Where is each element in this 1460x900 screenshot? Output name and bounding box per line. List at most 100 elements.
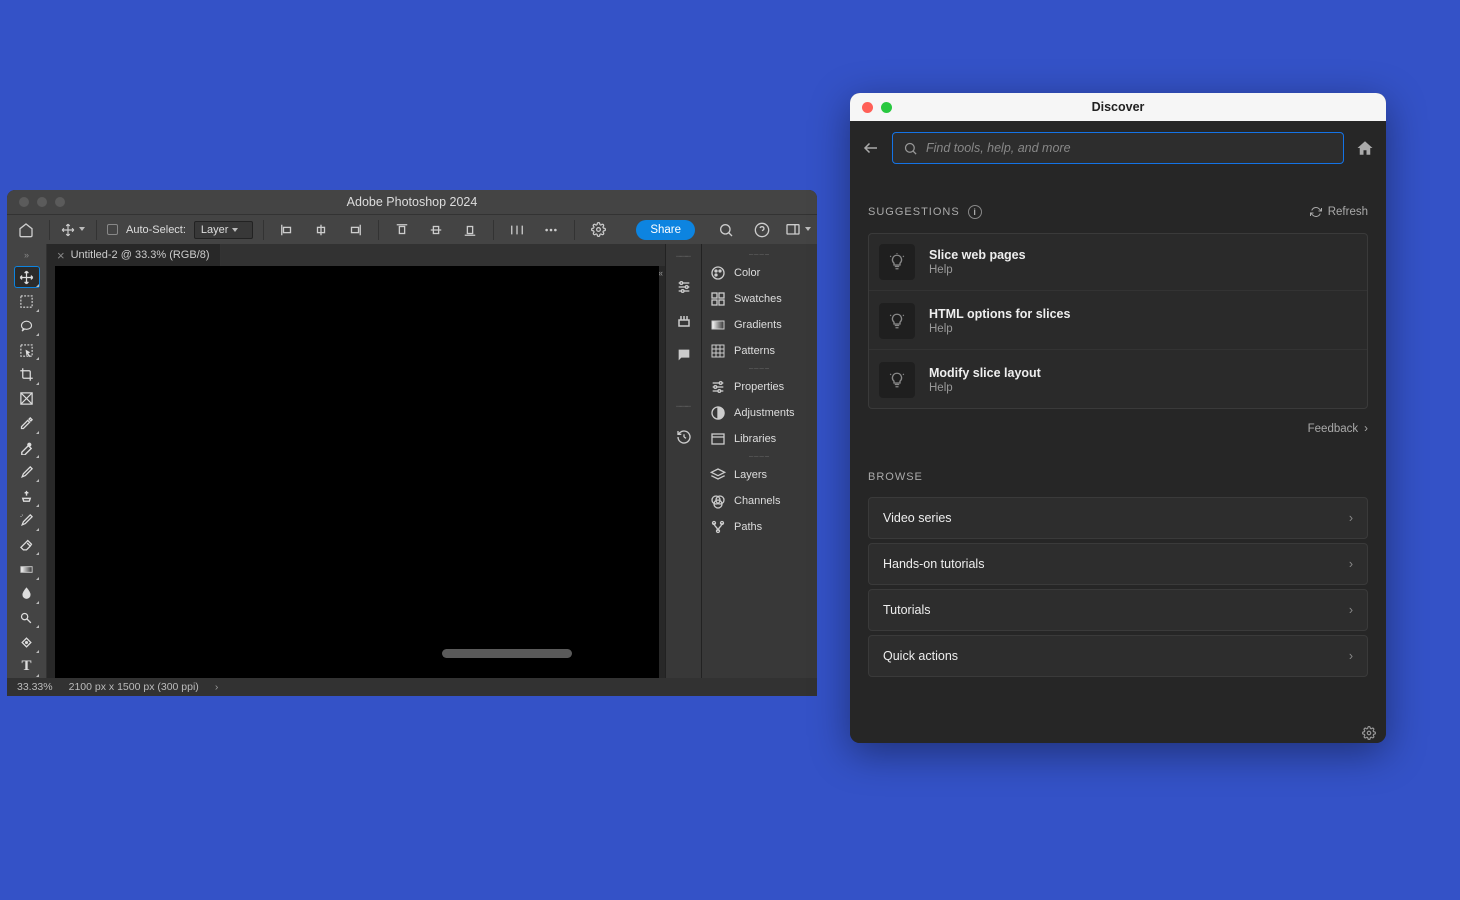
gradient-tool[interactable] bbox=[14, 558, 40, 580]
document-canvas[interactable] bbox=[55, 266, 659, 678]
dodge-tool[interactable] bbox=[14, 607, 40, 629]
horizontal-scrollbar[interactable] bbox=[442, 649, 572, 658]
zoom-level[interactable]: 33.33% bbox=[17, 681, 53, 693]
panel-dock: ┈┈┈┈ Color Swatches Gradients Patterns ┈… bbox=[701, 244, 817, 678]
active-tool-indicator[interactable] bbox=[60, 218, 86, 242]
adjustments-panel-button[interactable]: Adjustments bbox=[702, 400, 817, 426]
chevron-right-icon: › bbox=[1349, 511, 1353, 525]
align-bottom-button[interactable] bbox=[457, 218, 483, 242]
panel-grip[interactable]: ┈┈┈┈ bbox=[702, 452, 817, 462]
crop-tool[interactable] bbox=[14, 363, 40, 385]
paths-panel-button[interactable]: Paths bbox=[702, 514, 817, 540]
marquee-tool[interactable] bbox=[14, 290, 40, 312]
maximize-window-button[interactable] bbox=[881, 102, 892, 113]
align-left-button[interactable] bbox=[274, 218, 300, 242]
lightbulb-icon bbox=[879, 362, 915, 398]
blur-tool[interactable] bbox=[14, 583, 40, 605]
close-window-button[interactable] bbox=[19, 197, 29, 207]
browse-list: Video series› Hands-on tutorials› Tutori… bbox=[868, 497, 1368, 677]
settings-gear-button[interactable] bbox=[585, 218, 611, 242]
object-selection-tool[interactable] bbox=[14, 339, 40, 361]
panel-grip[interactable]: ┈┈┈┈ bbox=[702, 364, 817, 374]
chevron-right-icon: › bbox=[1364, 423, 1368, 435]
eyedropper-tool[interactable] bbox=[14, 412, 40, 434]
eraser-tool[interactable] bbox=[14, 534, 40, 556]
back-button[interactable] bbox=[862, 139, 880, 157]
feedback-link[interactable]: Feedback › bbox=[1308, 423, 1368, 435]
minimize-window-button[interactable] bbox=[37, 197, 47, 207]
distribute-button[interactable] bbox=[504, 218, 530, 242]
tab-close-button[interactable]: × bbox=[57, 248, 65, 263]
type-tool[interactable]: T bbox=[14, 656, 40, 678]
discover-footer bbox=[850, 723, 1386, 743]
gradients-panel-button[interactable]: Gradients bbox=[702, 312, 817, 338]
comments-icon[interactable] bbox=[673, 344, 695, 366]
tools-panel: » T bbox=[7, 244, 47, 678]
history-brush-tool[interactable] bbox=[14, 510, 40, 532]
suggestion-item[interactable]: HTML options for slicesHelp bbox=[869, 293, 1367, 350]
discover-title: Discover bbox=[1092, 100, 1145, 114]
chevron-right-icon: › bbox=[1349, 557, 1353, 571]
align-center-h-button[interactable] bbox=[308, 218, 334, 242]
maximize-window-button[interactable] bbox=[55, 197, 65, 207]
search-input[interactable] bbox=[926, 141, 1333, 155]
refresh-button[interactable]: Refresh bbox=[1310, 206, 1368, 218]
history-icon[interactable] bbox=[673, 426, 695, 448]
workspace-button[interactable] bbox=[785, 218, 811, 242]
browse-item[interactable]: Hands-on tutorials› bbox=[868, 543, 1368, 585]
align-top-button[interactable] bbox=[389, 218, 415, 242]
search-icon bbox=[903, 141, 918, 156]
channels-panel-button[interactable]: Channels bbox=[702, 488, 817, 514]
browse-item[interactable]: Video series› bbox=[868, 497, 1368, 539]
move-tool[interactable] bbox=[14, 266, 40, 288]
color-panel-button[interactable]: Color bbox=[702, 260, 817, 286]
browse-item[interactable]: Tutorials› bbox=[868, 589, 1368, 631]
frame-tool[interactable] bbox=[14, 388, 40, 410]
dock-grip-2[interactable]: ┈┈┈ bbox=[674, 404, 694, 410]
status-bar-flyout[interactable]: › bbox=[215, 681, 219, 693]
home-button[interactable] bbox=[13, 218, 39, 242]
document-tab[interactable]: × Untitled-2 @ 33.3% (RGB/8) bbox=[47, 244, 221, 266]
settings-gear-button[interactable] bbox=[1362, 726, 1376, 740]
libraries-panel-button[interactable]: Libraries bbox=[702, 426, 817, 452]
close-window-button[interactable] bbox=[862, 102, 873, 113]
browse-item[interactable]: Quick actions› bbox=[868, 635, 1368, 677]
brushes-icon[interactable] bbox=[673, 310, 695, 332]
clone-stamp-tool[interactable] bbox=[14, 485, 40, 507]
suggestion-item[interactable]: Slice web pagesHelp bbox=[869, 234, 1367, 291]
lasso-tool[interactable] bbox=[14, 315, 40, 337]
properties-panel-button[interactable]: Properties bbox=[702, 374, 817, 400]
discover-titlebar[interactable]: Discover bbox=[850, 93, 1386, 121]
search-button[interactable] bbox=[713, 218, 739, 242]
discover-window: Discover SUGGESTIONS i Refresh bbox=[850, 93, 1386, 743]
home-button[interactable] bbox=[1356, 139, 1374, 157]
more-options-button[interactable] bbox=[538, 218, 564, 242]
suggestion-item[interactable]: Modify slice layoutHelp bbox=[869, 352, 1367, 408]
align-right-button[interactable] bbox=[342, 218, 368, 242]
panel-grip[interactable]: ┈┈┈┈ bbox=[702, 250, 817, 260]
search-field-wrap[interactable] bbox=[892, 132, 1344, 164]
auto-select-target-dropdown[interactable]: Layer bbox=[194, 221, 254, 239]
document-tab-label: Untitled-2 @ 33.3% (RGB/8) bbox=[71, 249, 210, 261]
pen-tool[interactable] bbox=[14, 631, 40, 653]
brush-tool[interactable] bbox=[14, 461, 40, 483]
dock-grip[interactable]: ┈┈┈ bbox=[674, 254, 694, 260]
adjustments-icon[interactable] bbox=[673, 276, 695, 298]
share-button[interactable]: Share bbox=[636, 220, 695, 240]
browse-heading: BROWSE bbox=[868, 465, 1368, 497]
refresh-icon bbox=[1310, 206, 1322, 218]
patterns-panel-button[interactable]: Patterns bbox=[702, 338, 817, 364]
photoshop-titlebar[interactable]: Adobe Photoshop 2024 bbox=[7, 190, 817, 214]
discover-content[interactable]: SUGGESTIONS i Refresh Slice web pagesHel… bbox=[850, 175, 1386, 723]
healing-brush-tool[interactable] bbox=[14, 437, 40, 459]
canvas-area[interactable]: « bbox=[47, 266, 665, 678]
photoshop-title: Adobe Photoshop 2024 bbox=[347, 195, 478, 209]
status-bar: 33.33% 2100 px x 1500 px (300 ppi) › bbox=[7, 678, 817, 696]
document-tab-strip: × Untitled-2 @ 33.3% (RGB/8) bbox=[47, 244, 665, 266]
auto-select-checkbox[interactable] bbox=[107, 224, 118, 235]
layers-panel-button[interactable]: Layers bbox=[702, 462, 817, 488]
swatches-panel-button[interactable]: Swatches bbox=[702, 286, 817, 312]
align-center-v-button[interactable] bbox=[423, 218, 449, 242]
info-icon[interactable]: i bbox=[968, 205, 982, 219]
help-button[interactable] bbox=[749, 218, 775, 242]
